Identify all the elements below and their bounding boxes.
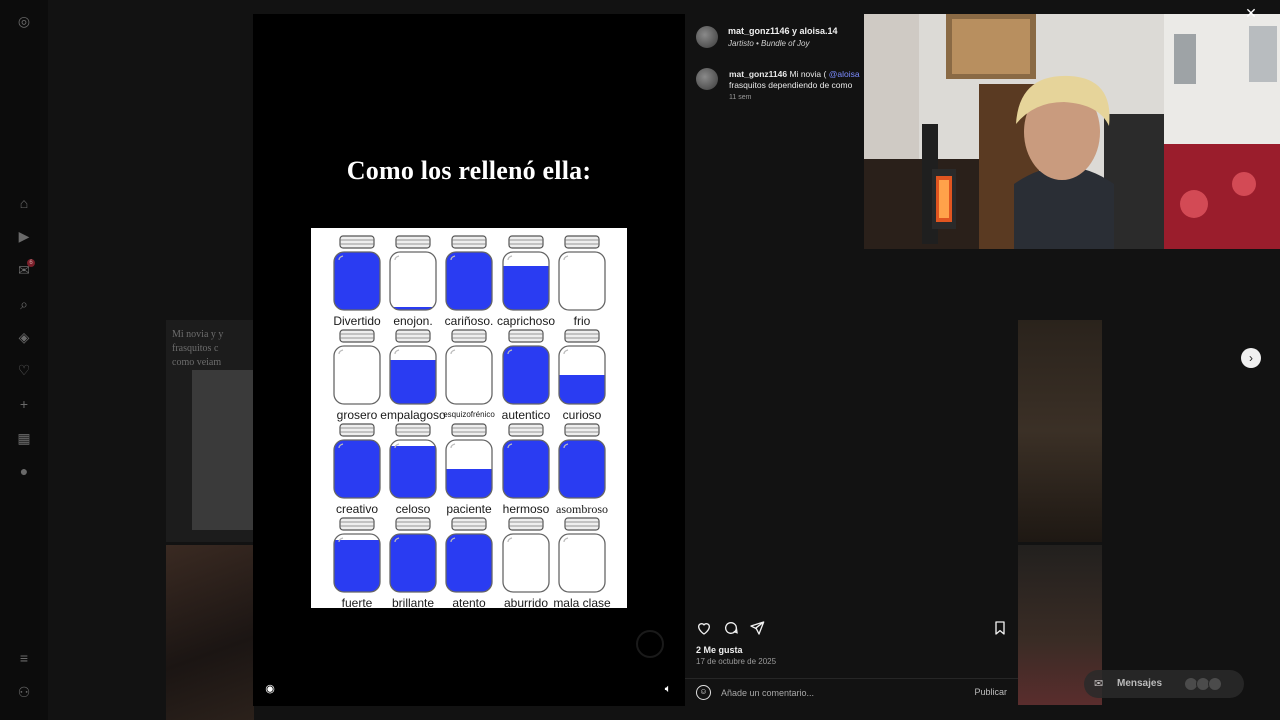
jar-icon [558,517,606,593]
jar-icon [445,235,493,311]
feed-tile-photo[interactable] [166,545,254,720]
jar-icon [558,329,606,405]
jar-icon [558,423,606,499]
save-bookmark-icon[interactable] [992,620,1008,636]
feed-tile-jars-image [192,370,254,530]
comment-icon[interactable] [723,620,739,636]
explore-icon[interactable]: ◈ [16,329,32,345]
jar-label: curioso [562,408,602,422]
messages-icon[interactable]: ✉ 6 [16,259,35,278]
messages-dock[interactable]: ✉ Mensajes [1084,670,1244,698]
jar-item: asombroso [552,422,612,516]
jar-item: empalagoso [380,328,446,422]
caption-text: Mi novia ( [789,69,827,79]
jar-label: mala clase [553,596,611,610]
jar-item: frio [552,234,612,328]
feed-tile-photo[interactable] [1018,320,1102,542]
create-icon[interactable]: + [16,396,32,412]
jar-icon [445,329,493,405]
jar-icon [502,517,550,593]
close-icon[interactable]: ✕ [1244,6,1258,20]
feed-tile-line: frasquitos c [172,343,219,354]
comment-input[interactable] [721,685,951,701]
jar-icon [389,517,437,593]
sound-icon[interactable]: 🔈︎ [661,682,675,696]
post-date: 17 de octubre de 2025 [696,657,777,666]
post-title: Como los rellenó ella: [346,156,592,185]
jar-icon [502,329,550,405]
jar-item: curioso [552,328,612,422]
feed-tile-line: como veiam [172,357,222,368]
dashboard-icon[interactable]: ▦ [16,430,32,446]
jar-item: mala clase [552,516,612,610]
jar-icon [445,517,493,593]
jar-label: frio [573,314,591,328]
notifications-icon[interactable]: ♡ [16,362,32,378]
feed-tile-line: Mi novia y y [172,329,224,340]
caption-timestamp: 11 sem [729,94,752,101]
jar-icon [445,423,493,499]
reels-icon[interactable]: ▶ [16,228,32,244]
home-icon[interactable]: ⌂ [16,195,32,211]
next-post-chevron-icon[interactable]: › [1241,348,1261,368]
search-icon[interactable]: ⌕ [16,296,32,312]
instagram-logo-icon[interactable]: ◎ [16,13,32,29]
jar-icon [389,235,437,311]
jar-icon [389,329,437,405]
post-audio[interactable]: Jartisto • Bundle of Joy [728,39,810,48]
jar-icon [333,235,381,311]
caption-line-2: frasquitos dependiendo de como [729,80,853,90]
caption: mat_gonz1146 Mi novia ( @aloisa [729,69,869,79]
comment-bar: ☺ Publicar [685,678,1018,706]
jar-icon [502,423,550,499]
side-nav: ◎ ⌂ ▶ ✉ 6 ⌕ ◈ ♡ + ▦ ● ≡ ⚇ [0,0,48,720]
caption-username[interactable]: mat_gonz1146 [729,69,787,79]
caption-mention[interactable]: @aloisa [829,69,860,79]
post-media[interactable]: Como los rellenó ella: Divertido enojon. c… [253,14,685,706]
menu-icon[interactable]: ≡ [16,650,32,666]
loading-spinner [636,630,664,658]
share-icon[interactable] [749,620,765,636]
jar-icon [333,517,381,593]
publish-button[interactable]: Publicar [974,687,1007,697]
profile-icon[interactable]: ● [16,463,32,479]
jar-icon [558,235,606,311]
likes-count[interactable]: 2 Me gusta [696,645,743,655]
like-heart-icon[interactable] [696,620,712,636]
jars-image: Divertido enojon. cariñoso. caprichoso frio g… [311,228,627,610]
tagged-users-icon[interactable]: ◉ [263,682,277,696]
jar-icon [333,329,381,405]
messages-badge: 6 [27,259,35,267]
author-avatar[interactable] [696,26,718,48]
caption-avatar[interactable] [696,68,718,90]
messages-icon: ✉ [1094,678,1104,690]
emoji-icon[interactable]: ☺ [696,685,711,700]
webcam-overlay [864,14,1280,249]
jar-icon [389,423,437,499]
post-authors[interactable]: mat_gonz1146 y aloisa.14 [728,26,838,36]
jar-icon [502,235,550,311]
messages-label: Mensajes [1117,678,1163,689]
jar-icon [333,423,381,499]
jar-label: asombroso [556,502,608,516]
avatar [1208,677,1222,691]
feed-tile-text-post[interactable]: Mi novia y y frasquitos c como veiam [166,320,254,542]
more-icon[interactable]: ⚇ [16,684,32,700]
